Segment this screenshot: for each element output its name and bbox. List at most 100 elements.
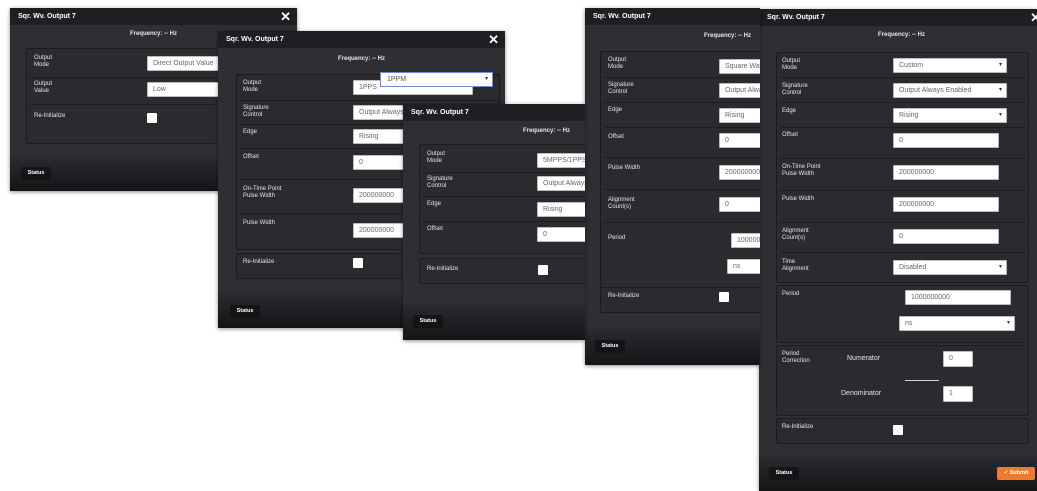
frequency-readout: Frequency: -- Hz xyxy=(878,32,926,38)
re-initialize-group: Re-Initialize xyxy=(419,258,585,284)
dialog-title: Sqr. Wv. Output 7 xyxy=(593,13,651,20)
re-initialize-checkbox[interactable] xyxy=(538,265,548,275)
offset-input[interactable]: 0 xyxy=(893,133,999,148)
re-initialize-label: Re-Initialize xyxy=(427,266,459,272)
on-time-label: On-Time Point Pulse Width xyxy=(243,186,282,199)
submit-button[interactable]: ✓ Submit xyxy=(997,467,1035,480)
dialog-titlebar: Sqr. Wv. Output 7 xyxy=(585,8,760,25)
close-icon[interactable]: ✕ xyxy=(280,8,291,25)
alignment-count-label: Alignment Count(s) xyxy=(608,197,635,210)
output-mode-label: Output Mode xyxy=(427,151,446,164)
dialog-panel-4: Sqr. Wv. Output 7 Frequency: -- Hz Outpu… xyxy=(585,8,760,365)
time-alignment-label: Time Alignment xyxy=(782,259,809,272)
status-button[interactable]: Status xyxy=(413,315,443,328)
period-input[interactable]: 1000000000 xyxy=(905,290,1011,305)
offset-label: Offset xyxy=(243,154,259,160)
frequency-readout: Frequency: -- Hz xyxy=(338,56,386,62)
edge-label: Edge xyxy=(782,108,797,114)
time-alignment-select[interactable]: Disabled xyxy=(893,260,1007,275)
offset-label: Offset xyxy=(427,226,443,232)
on-time-input[interactable]: 200000000 xyxy=(893,165,999,180)
signature-control-select[interactable]: Output Always Enabled xyxy=(719,83,760,98)
pulse-width-input[interactable]: 200000000 xyxy=(893,197,999,212)
numerator-input[interactable]: 0 xyxy=(943,351,973,367)
signature-control-label: Signature Control xyxy=(243,105,269,118)
output-value-label: Output Value xyxy=(34,81,53,94)
offset-input[interactable]: 0 xyxy=(537,227,585,242)
on-time-label: On-Time Point Pulse Width xyxy=(782,164,821,177)
edge-label: Edge xyxy=(427,201,442,207)
dialog-footer: Status xyxy=(585,327,760,365)
edge-select[interactable]: Rising xyxy=(537,202,585,217)
settings-group: Output Mode Custom Signature Control Out… xyxy=(776,52,1029,283)
frequency-readout: Frequency: -- Hz xyxy=(523,128,571,134)
close-icon[interactable]: ✕ xyxy=(1030,9,1037,26)
re-initialize-checkbox[interactable] xyxy=(719,292,729,302)
re-initialize-checkbox[interactable] xyxy=(353,258,363,268)
output-mode-label: Output Mode xyxy=(243,80,262,93)
pulse-width-input[interactable]: 200000000 xyxy=(719,165,760,180)
pulse-width-label: Pulse Width xyxy=(782,196,815,202)
re-initialize-checkbox[interactable] xyxy=(893,425,903,435)
output-mode-label: Output Mode xyxy=(608,57,627,70)
settings-group: Output Mode 5MPPS/1PPS Signature Control… xyxy=(419,144,585,254)
edge-select[interactable]: Rising xyxy=(719,108,760,123)
signature-control-label: Signature Control xyxy=(427,176,453,189)
signature-control-select[interactable]: Output Always Enabled xyxy=(537,176,585,191)
offset-input[interactable]: 0 xyxy=(719,133,760,148)
re-initialize-group: Re-Initialize xyxy=(600,287,760,313)
output-mode-label: Output Mode xyxy=(34,55,53,68)
frequency-readout: Frequency: -- Hz xyxy=(130,31,178,37)
signature-control-label: Signature Control xyxy=(782,83,808,96)
period-label: Period xyxy=(608,235,626,241)
signature-control-select[interactable]: Output Always Enabled xyxy=(893,83,1007,98)
status-button[interactable]: Status xyxy=(21,167,51,180)
dialog-title: Sqr. Wv. Output 7 xyxy=(411,109,469,116)
output-mode-dropdown-open[interactable]: 1PPM xyxy=(380,72,493,87)
re-initialize-group: Re-Initialize xyxy=(776,418,1029,444)
status-button[interactable]: Status xyxy=(230,305,260,318)
period-input[interactable]: 1000000000 xyxy=(731,233,760,248)
output-mode-select[interactable]: 5MPPS/1PPS xyxy=(537,153,585,168)
status-button[interactable]: Status xyxy=(769,467,799,480)
edge-label: Edge xyxy=(243,129,258,135)
edge-label: Edge xyxy=(608,107,623,113)
re-initialize-label: Re-Initialize xyxy=(608,293,640,299)
period-unit-select[interactable]: ns xyxy=(899,316,1015,331)
denominator-input[interactable]: 1 xyxy=(943,386,973,402)
period-correction-group: Period Correction Numerator 0 Denominato… xyxy=(776,345,1029,416)
denominator-label: Denominator xyxy=(841,390,882,397)
re-initialize-label: Re-Initialize xyxy=(243,259,275,265)
status-button[interactable]: Status xyxy=(595,340,625,353)
output-mode-select[interactable]: Custom xyxy=(893,58,1007,73)
dialog-titlebar: Sqr. Wv. Output 7 xyxy=(759,9,1037,26)
dialog-title: Sqr. Wv. Output 7 xyxy=(18,13,76,20)
period-group: Period 1000000000 ns xyxy=(776,285,1029,343)
dialog-title: Sqr. Wv. Output 7 xyxy=(767,14,825,21)
dialog-footer: Status xyxy=(403,303,585,340)
period-label: Period xyxy=(782,291,800,297)
re-initialize-label: Re-Initialize xyxy=(34,113,66,119)
alignment-count-label: Alignment Count(s) xyxy=(782,228,809,241)
offset-label: Offset xyxy=(782,132,798,138)
output-mode-label: Output Mode xyxy=(782,58,801,71)
signature-control-label: Signature Control xyxy=(608,82,634,95)
re-initialize-checkbox[interactable] xyxy=(147,113,157,123)
pulse-width-label: Pulse Width xyxy=(243,220,276,226)
re-initialize-label: Re-Initialize xyxy=(782,424,814,430)
frequency-readout: Frequency: -- Hz xyxy=(704,33,752,39)
alignment-count-input[interactable]: 0 xyxy=(893,229,999,244)
dialog-footer: Status ✓ Submit xyxy=(759,456,1037,491)
settings-group: Output Mode Square Wave Signature Contro… xyxy=(600,51,760,293)
numerator-label: Numerator xyxy=(847,355,881,362)
edge-select[interactable]: Rising xyxy=(893,108,1007,123)
period-unit-select[interactable]: ns xyxy=(727,259,760,274)
period-correction-label: Period Correction xyxy=(782,351,810,364)
output-mode-select[interactable]: Square Wave xyxy=(719,59,760,74)
dialog-panel-3: Sqr. Wv. Output 7 Frequency: -- Hz Outpu… xyxy=(403,104,585,340)
dialog-titlebar: Sqr. Wv. Output 7 xyxy=(10,8,297,25)
alignment-count-input[interactable]: 0 xyxy=(719,197,760,212)
close-icon[interactable]: ✕ xyxy=(488,31,499,48)
offset-label: Offset xyxy=(608,134,624,140)
dialog-titlebar: Sqr. Wv. Output 7 xyxy=(218,31,505,48)
